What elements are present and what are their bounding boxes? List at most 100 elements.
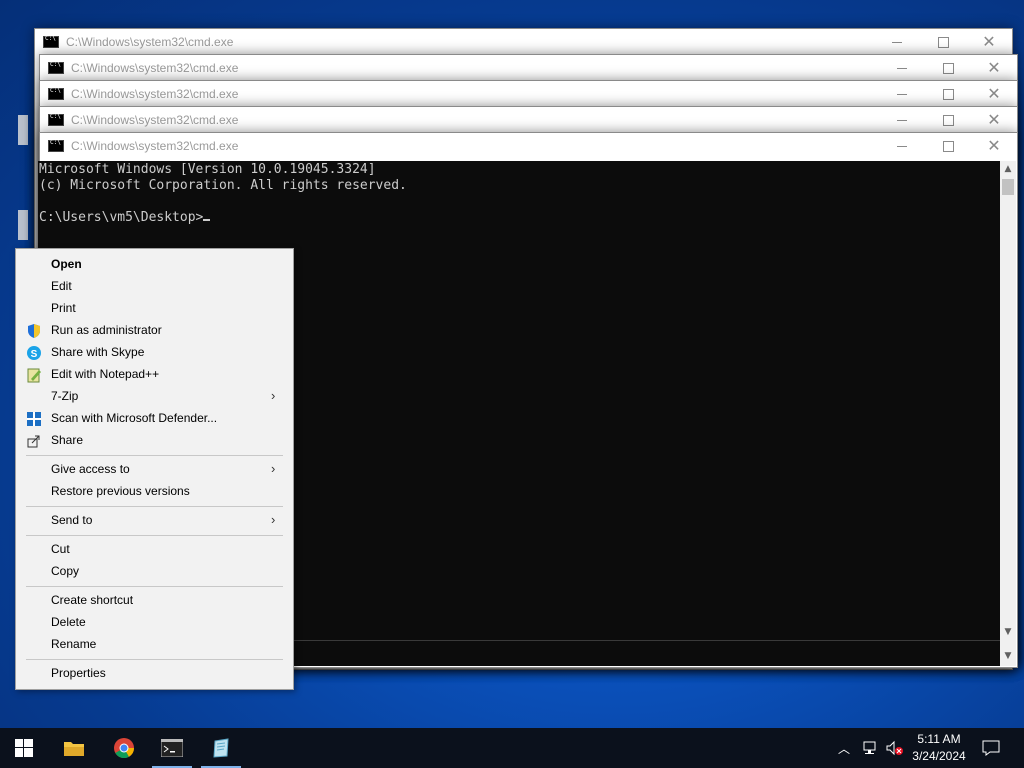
desktop-icon[interactable]	[18, 210, 28, 240]
taskbar-notepad[interactable]	[197, 728, 245, 768]
menu-item-delete[interactable]: Delete	[16, 612, 293, 634]
close-button[interactable]: ✕	[966, 29, 1012, 55]
volume-muted-icon	[886, 740, 903, 756]
maximize-button[interactable]	[925, 81, 971, 107]
menu-label: Open	[51, 257, 82, 271]
minimize-button[interactable]	[874, 29, 920, 55]
action-center-button[interactable]	[982, 728, 1000, 768]
titlebar[interactable]: C:\Windows\system32\cmd.exe ✕	[35, 29, 1012, 55]
menu-item-7zip[interactable]: 7-Zip ›	[16, 386, 293, 408]
cmd-icon	[48, 113, 64, 126]
titlebar[interactable]: C:\Windows\system32\cmd.exe ✕	[40, 55, 1017, 81]
menu-item-edit[interactable]: Edit	[16, 276, 293, 298]
console-divider	[292, 640, 1000, 641]
window-title: C:\Windows\system32\cmd.exe	[71, 139, 239, 153]
menu-label: Print	[51, 301, 76, 315]
chevron-up-icon: ︿	[838, 741, 851, 756]
menu-label: Send to	[51, 513, 93, 527]
volume-tray[interactable]	[885, 728, 905, 768]
taskbar-cmd[interactable]	[148, 728, 196, 768]
menu-label: Create shortcut	[51, 593, 134, 607]
menu-label: Share with Skype	[51, 345, 145, 359]
text-cursor	[203, 219, 211, 221]
menu-item-scan-defender[interactable]: Scan with Microsoft Defender...	[16, 408, 293, 430]
chevron-right-icon: ›	[271, 461, 276, 476]
menu-item-properties[interactable]: Properties	[16, 663, 293, 685]
minimize-button[interactable]	[879, 81, 925, 107]
file-explorer-icon	[64, 742, 84, 756]
menu-label: Properties	[51, 666, 106, 680]
notepad-icon	[213, 738, 229, 758]
scroll-thumb[interactable]	[1002, 179, 1014, 195]
menu-item-open[interactable]: Open	[16, 254, 293, 276]
scroll-down-icon[interactable]: ▼	[1000, 648, 1016, 664]
menu-item-rename[interactable]: Rename	[16, 634, 293, 656]
menu-item-create-shortcut[interactable]: Create shortcut	[16, 590, 293, 612]
menu-item-share-skype[interactable]: S Share with Skype	[16, 342, 293, 364]
minimize-button[interactable]	[879, 107, 925, 133]
menu-item-restore-versions[interactable]: Restore previous versions	[16, 481, 293, 503]
menu-separator	[26, 506, 283, 507]
close-button[interactable]: ✕	[971, 81, 1017, 107]
maximize-button[interactable]	[925, 133, 971, 159]
share-icon	[27, 435, 40, 448]
cmd-icon	[48, 61, 64, 74]
menu-separator	[26, 455, 283, 456]
windows-start-icon	[15, 739, 33, 757]
clock-time: 5:11 AM	[917, 732, 961, 746]
taskbar-clock[interactable]: 5:11 AM 3/24/2024	[905, 731, 973, 765]
maximize-button[interactable]	[925, 55, 971, 81]
minimize-button[interactable]	[879, 133, 925, 159]
vertical-scrollbar[interactable]: ▲ ▼ ▼	[1000, 161, 1016, 666]
menu-separator	[26, 659, 283, 660]
network-tray[interactable]	[862, 728, 880, 768]
console-line: Microsoft Windows [Version 10.0.19045.33…	[39, 162, 376, 177]
cmd-icon	[161, 739, 183, 757]
uac-shield-icon	[28, 324, 40, 338]
menu-separator	[26, 586, 283, 587]
window-title: C:\Windows\system32\cmd.exe	[71, 113, 239, 127]
menu-item-edit-notepadpp[interactable]: Edit with Notepad++	[16, 364, 293, 386]
skype-icon: S	[27, 346, 41, 360]
menu-label: 7-Zip	[51, 389, 79, 403]
menu-item-cut[interactable]: Cut	[16, 539, 293, 561]
close-button[interactable]: ✕	[971, 133, 1017, 159]
titlebar[interactable]: C:\Windows\system32\cmd.exe ✕	[40, 133, 1017, 159]
cmd-icon	[48, 139, 64, 152]
menu-label: Edit	[51, 279, 72, 293]
maximize-button[interactable]	[920, 29, 966, 55]
menu-label: Share	[51, 433, 84, 447]
titlebar[interactable]: C:\Windows\system32\cmd.exe ✕	[40, 81, 1017, 107]
prompt-text: C:\Users\vm5\Desktop>	[39, 210, 204, 225]
minimize-button[interactable]	[879, 55, 925, 81]
menu-label: Scan with Microsoft Defender...	[51, 411, 218, 425]
menu-label: Cut	[51, 542, 70, 556]
titlebar[interactable]: C:\Windows\system32\cmd.exe ✕	[40, 107, 1017, 133]
scroll-up-icon[interactable]: ▲	[1000, 161, 1016, 177]
network-icon	[863, 741, 876, 754]
start-button[interactable]	[0, 728, 48, 768]
maximize-button[interactable]	[925, 107, 971, 133]
menu-item-run-as-admin[interactable]: Run as administrator	[16, 320, 293, 342]
close-button[interactable]: ✕	[971, 107, 1017, 133]
menu-item-send-to[interactable]: Send to ›	[16, 510, 293, 532]
menu-item-share[interactable]: Share	[16, 430, 293, 452]
chevron-right-icon: ›	[271, 512, 276, 527]
close-button[interactable]: ✕	[971, 55, 1017, 81]
svg-text:S: S	[31, 349, 38, 360]
menu-label: Copy	[51, 564, 80, 578]
scroll-down-icon[interactable]: ▼	[1000, 624, 1016, 640]
show-hidden-icons[interactable]: ︿	[838, 728, 850, 768]
menu-label: Restore previous versions	[51, 484, 190, 498]
chevron-right-icon: ›	[271, 388, 276, 403]
taskbar-chrome[interactable]	[100, 728, 148, 768]
menu-item-copy[interactable]: Copy	[16, 561, 293, 583]
taskbar-file-explorer[interactable]	[50, 728, 98, 768]
cmd-icon	[48, 87, 64, 100]
menu-label: Rename	[51, 637, 97, 651]
desktop-icon[interactable]	[18, 115, 28, 145]
menu-label: Run as administrator	[51, 323, 162, 337]
menu-item-give-access[interactable]: Give access to ›	[16, 459, 293, 481]
console-prompt: C:\Users\vm5\Desktop>	[39, 210, 211, 225]
menu-item-print[interactable]: Print	[16, 298, 293, 320]
